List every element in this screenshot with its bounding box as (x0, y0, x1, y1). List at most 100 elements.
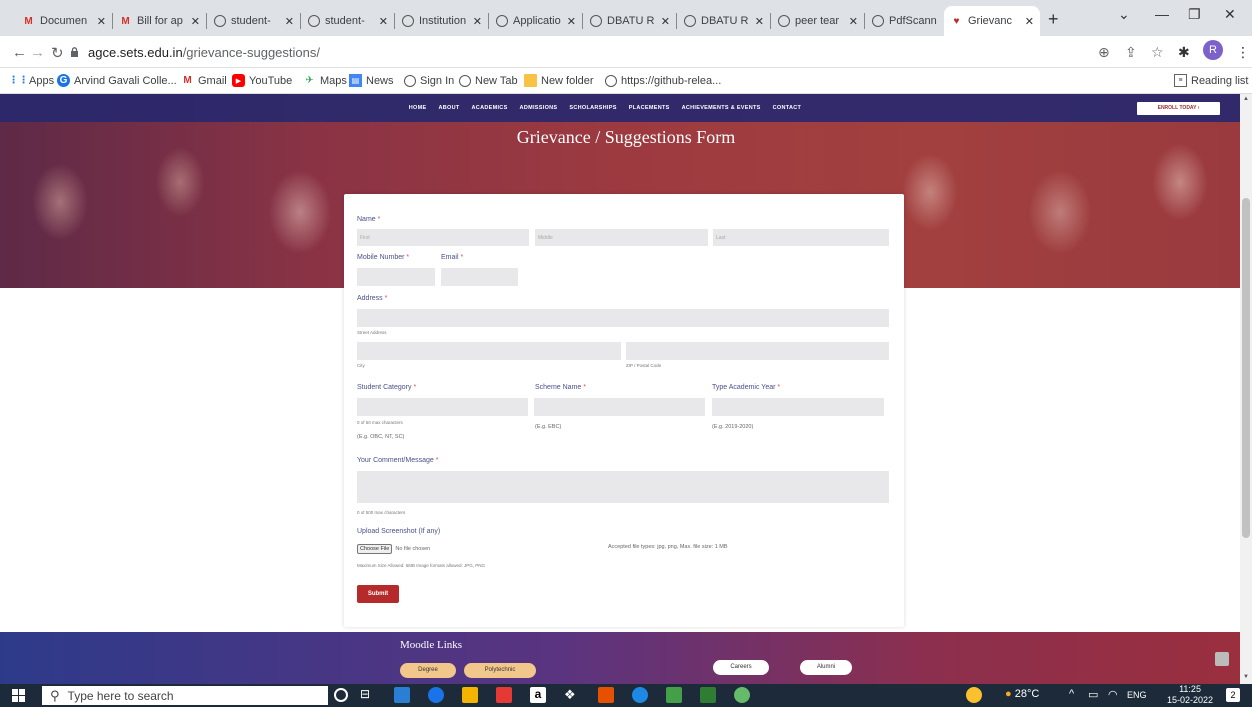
tab-0[interactable]: M Documen ✕ (16, 6, 112, 36)
nav-scholarships[interactable]: SCHOLARSHIPS (569, 105, 616, 111)
bookmark-news[interactable]: ▤ News (349, 74, 394, 87)
excel-icon[interactable] (700, 687, 716, 703)
nav-admissions[interactable]: ADMISSIONS (520, 105, 558, 111)
lock-icon[interactable] (70, 47, 79, 57)
mail-app-icon[interactable] (394, 687, 410, 703)
minimize-button[interactable]: — (1155, 6, 1169, 22)
close-icon[interactable]: ✕ (97, 15, 106, 28)
comment-textarea[interactable] (357, 471, 889, 503)
city-input[interactable] (357, 342, 621, 360)
close-window-button[interactable]: ✕ (1224, 6, 1236, 23)
share-icon[interactable]: ⇪ (1125, 44, 1137, 61)
bookmark-apps[interactable]: ⋮⋮ Apps (9, 74, 55, 87)
avatar[interactable]: R (1203, 40, 1223, 60)
wifi-icon[interactable]: ◠ (1108, 688, 1118, 701)
tab-1[interactable]: M Bill for ap ✕ (113, 6, 206, 36)
cortana-icon[interactable] (334, 688, 348, 702)
bookmark-folder[interactable]: New folder (524, 74, 594, 87)
bookmark-youtube[interactable]: ▶ YouTube (232, 74, 292, 87)
category-input[interactable] (357, 398, 528, 416)
tab-4[interactable]: Institution ✕ (395, 6, 488, 36)
edge-icon[interactable] (632, 687, 648, 703)
bookmark-newtab[interactable]: New Tab (458, 74, 518, 87)
tab-6[interactable]: DBATU R ✕ (583, 6, 676, 36)
help-icon[interactable] (966, 687, 982, 703)
menu-icon[interactable]: ⋮ (1236, 44, 1250, 61)
close-icon[interactable]: ✕ (661, 15, 670, 28)
extensions-icon[interactable]: ✱ (1178, 44, 1190, 61)
zoom-icon[interactable]: ⊕ (1098, 44, 1110, 61)
maximize-button[interactable]: ❐ (1188, 6, 1201, 23)
dropbox-icon[interactable]: ❖ (564, 687, 580, 703)
scrollbar-thumb[interactable] (1242, 198, 1250, 538)
language-indicator[interactable]: ENG (1127, 690, 1147, 700)
tab-2[interactable]: student- ✕ (207, 6, 300, 36)
nav-academics[interactable]: ACADEMICS (472, 105, 508, 111)
office-icon[interactable] (598, 687, 614, 703)
bookmark-college[interactable]: G Arvind Gavali Colle... (57, 74, 177, 87)
nav-about[interactable]: ABOUT (438, 105, 459, 111)
clock[interactable]: 11:25 15-02-2022 (1167, 684, 1213, 706)
bookmark-signin[interactable]: Sign In (403, 74, 454, 87)
close-icon[interactable]: ✕ (285, 15, 294, 28)
close-icon[interactable]: ✕ (473, 15, 482, 28)
close-icon[interactable]: ✕ (849, 15, 858, 28)
new-tab-button[interactable]: + (1048, 9, 1059, 30)
degree-link[interactable]: Degree (400, 663, 456, 678)
url-field[interactable]: agce.sets.edu.in/grievance-suggestions/ (88, 45, 320, 60)
xbox-icon[interactable] (666, 687, 682, 703)
bookmark-github[interactable]: https://github-relea... (604, 74, 721, 87)
email-input[interactable] (441, 268, 518, 286)
close-icon[interactable]: ✕ (191, 15, 200, 28)
nav-achievements[interactable]: ACHIEVEMENTS & EVENTS (682, 105, 761, 111)
tab-7[interactable]: DBATU R ✕ (677, 6, 770, 36)
scroll-down-icon[interactable]: ▼ (1243, 674, 1249, 680)
tab-active[interactable]: ♥ Grievanc ✕ (944, 6, 1040, 36)
chrome-icon[interactable] (428, 687, 444, 703)
scheme-input[interactable] (534, 398, 705, 416)
last-name-input[interactable]: Last (713, 229, 889, 246)
file-explorer-icon[interactable] (462, 687, 478, 703)
close-icon[interactable]: ✕ (567, 15, 576, 28)
bookmark-gmail[interactable]: M Gmail (181, 74, 226, 87)
taskbar-search[interactable]: ⚲ Type here to search (42, 686, 328, 705)
tab-search-icon[interactable]: ⌄ (1118, 6, 1130, 23)
back-to-top-button[interactable] (1215, 652, 1229, 666)
year-input[interactable] (712, 398, 884, 416)
choose-file-button[interactable]: Choose File (357, 544, 393, 554)
page-scrollbar[interactable]: ▲ ▼ (1240, 94, 1252, 684)
nav-home[interactable]: HOME (409, 105, 427, 111)
zip-input[interactable] (626, 342, 889, 360)
youtube-app-icon[interactable] (496, 687, 512, 703)
nav-placements[interactable]: PLACEMENTS (629, 105, 670, 111)
tray-chevron-icon[interactable]: ^ (1069, 688, 1074, 700)
nav-contact[interactable]: CONTACT (773, 105, 802, 111)
tab-8[interactable]: peer tear ✕ (771, 6, 864, 36)
close-icon[interactable]: ✕ (755, 15, 764, 28)
reading-list-button[interactable]: ≡ Reading list (1174, 74, 1248, 87)
careers-link[interactable]: Careers (713, 660, 769, 675)
enroll-button[interactable]: ENROLL TODAY › (1137, 102, 1220, 115)
notification-center-icon[interactable]: 2 (1226, 688, 1240, 702)
reload-icon[interactable]: ↻ (51, 44, 64, 62)
first-name-input[interactable]: First (357, 229, 529, 246)
street-address-input[interactable] (357, 309, 889, 327)
close-icon[interactable]: ✕ (379, 15, 388, 28)
star-icon[interactable]: ☆ (1151, 44, 1164, 61)
mobile-input[interactable] (357, 268, 435, 286)
middle-name-input[interactable]: Middle (535, 229, 708, 246)
network-icon[interactable]: ▭ (1088, 688, 1098, 701)
polytechnic-link[interactable]: Polytechnic (464, 663, 536, 678)
bookmark-maps[interactable]: ✈ Maps (303, 74, 347, 87)
alumni-link[interactable]: Alumni (800, 660, 852, 675)
file-input[interactable]: Choose File No file chosen (357, 544, 430, 554)
close-icon[interactable]: ✕ (1025, 15, 1034, 28)
submit-button[interactable]: Submit (357, 585, 399, 603)
forward-icon[interactable]: → (30, 44, 45, 61)
scroll-up-icon[interactable]: ▲ (1243, 96, 1249, 102)
tab-5[interactable]: Applicatio ✕ (489, 6, 582, 36)
weather[interactable]: ● 28°C (1005, 688, 1039, 700)
tab-3[interactable]: student- ✕ (301, 6, 394, 36)
task-view-icon[interactable]: ⊟ (360, 687, 376, 703)
back-icon[interactable]: ← (12, 44, 27, 61)
